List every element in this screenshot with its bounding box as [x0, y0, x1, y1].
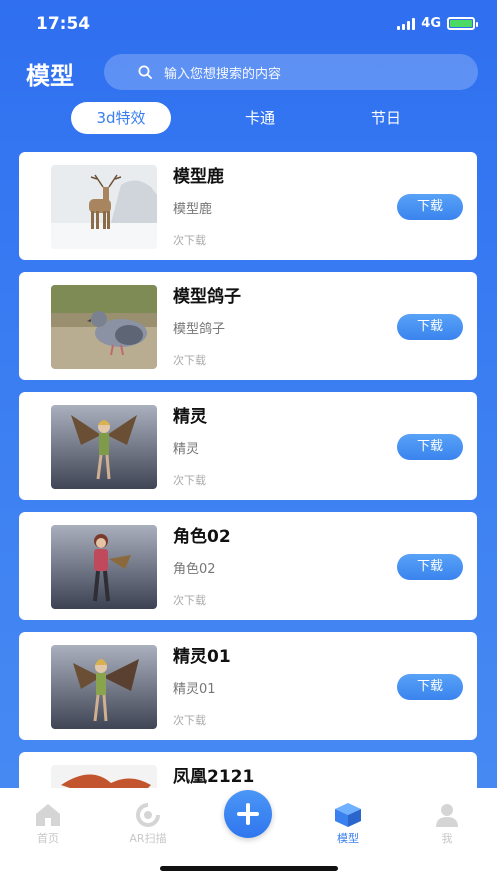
tab-me[interactable]: 我	[417, 802, 477, 846]
tab-home[interactable]: 首页	[18, 802, 78, 846]
category-tabs: 3d特效 卡通 节日	[0, 102, 497, 136]
item-title: 精灵01	[173, 647, 231, 667]
tab-3d-effects[interactable]: 3d特效	[71, 102, 171, 134]
deer-image	[51, 165, 157, 249]
fairy-image	[51, 645, 157, 729]
download-button[interactable]: 下载	[397, 554, 463, 580]
tab-ar-scan[interactable]: AR扫描	[118, 802, 178, 846]
list-item[interactable]: 精灵 精灵 次下载 下载	[19, 392, 477, 500]
item-download-count: 次下载	[173, 234, 206, 247]
add-button[interactable]	[224, 790, 272, 838]
list-item[interactable]: 精灵01 精灵01 次下载 下载	[19, 632, 477, 740]
item-subtitle: 模型鹿	[173, 202, 213, 217]
list-item[interactable]: 角色02 角色02 次下载 下载	[19, 512, 477, 620]
status-time: 17:54	[36, 14, 91, 34]
page-title: 模型	[26, 62, 74, 90]
item-title: 凤凰2121	[173, 767, 255, 787]
tab-ar-scan-label: AR扫描	[129, 832, 167, 845]
status-indicators: 4G	[397, 16, 478, 31]
item-subtitle: 角色02	[173, 562, 216, 577]
download-button[interactable]: 下载	[397, 314, 463, 340]
phoenix-image	[51, 765, 157, 788]
status-bar: 17:54 4G	[0, 0, 497, 48]
home-icon	[36, 804, 60, 826]
network-label: 4G	[421, 16, 441, 31]
fairy-image	[51, 405, 157, 489]
list-item[interactable]: 凤凰2121	[19, 752, 477, 788]
cube-icon	[335, 803, 361, 827]
item-subtitle: 精灵01	[173, 682, 216, 697]
item-title: 精灵	[173, 407, 207, 427]
tab-model-label: 模型	[337, 832, 359, 845]
download-button[interactable]: 下载	[397, 674, 463, 700]
signal-icon	[397, 17, 416, 30]
list-item[interactable]: 模型鹿 模型鹿 次下载 下载	[19, 152, 477, 260]
ar-scan-icon	[136, 803, 160, 827]
tab-holiday[interactable]: 节日	[356, 102, 416, 134]
item-title: 模型鹿	[173, 167, 224, 187]
item-title: 模型鸽子	[173, 287, 241, 307]
item-title: 角色02	[173, 527, 231, 547]
bottom-tab-bar: 首页 AR扫描 模型 我	[0, 788, 497, 883]
search-icon	[138, 65, 152, 79]
list-item[interactable]: 模型鸽子 模型鸽子 次下载 下载	[19, 272, 477, 380]
item-download-count: 次下载	[173, 594, 206, 607]
home-indicator	[160, 866, 338, 871]
item-subtitle: 精灵	[173, 442, 200, 457]
download-button[interactable]: 下载	[397, 434, 463, 460]
model-list: 模型鹿 模型鹿 次下载 下载 模型鸽子 模型鸽子 次下载 下载 精灵 精灵 次下…	[19, 152, 477, 788]
item-download-count: 次下载	[173, 354, 206, 367]
tab-me-label: 我	[441, 832, 453, 845]
item-download-count: 次下载	[173, 474, 206, 487]
search-input[interactable]: 输入您想搜索的内容	[104, 54, 478, 90]
user-icon	[436, 804, 458, 827]
download-button[interactable]: 下载	[397, 194, 463, 220]
search-placeholder: 输入您想搜索的内容	[164, 66, 282, 82]
item-download-count: 次下载	[173, 714, 206, 727]
header: 模型 输入您想搜索的内容	[0, 50, 497, 96]
tab-model[interactable]: 模型	[318, 802, 378, 846]
character-image	[51, 525, 157, 609]
battery-icon	[447, 17, 478, 30]
pigeon-image	[51, 285, 157, 369]
tab-home-label: 首页	[37, 832, 59, 845]
tab-cartoon[interactable]: 卡通	[230, 102, 290, 134]
item-subtitle: 模型鸽子	[173, 322, 226, 337]
